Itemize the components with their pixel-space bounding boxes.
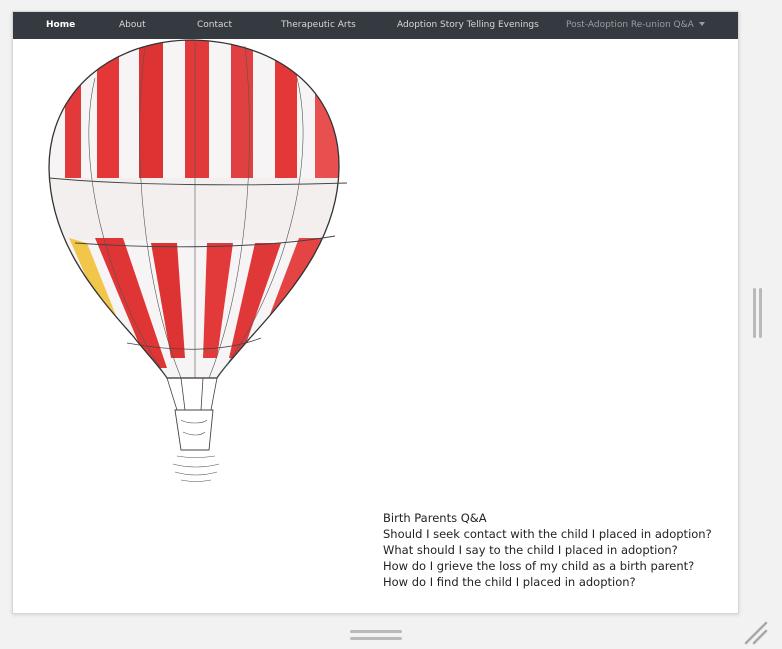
grip-bar: [350, 637, 402, 640]
nav-post-adoption-reunion-label: Post-Adoption Re-union Q&A: [566, 20, 694, 30]
nav-therapeutic-arts[interactable]: Therapeutic Arts: [281, 12, 356, 39]
nav-contact[interactable]: Contact: [197, 12, 232, 39]
qa-heading: Birth Parents Q&A: [383, 511, 487, 525]
caret-down-icon: [698, 22, 705, 26]
bottom-resize-handle[interactable]: [350, 628, 402, 642]
corner-resize-svg: [744, 621, 768, 645]
qa-question-link[interactable]: Should I seek contact with the child I p…: [383, 526, 728, 542]
grip-bar: [350, 630, 402, 633]
nav-post-adoption-reunion-dropdown[interactable]: Post-Adoption Re-union Q&A: [566, 12, 705, 39]
balloon-svg: [48, 39, 348, 482]
qa-question-link[interactable]: How do I grieve the loss of my child as …: [383, 558, 728, 574]
qa-question-link[interactable]: How do I find the child I placed in adop…: [383, 574, 728, 590]
grip-bar: [753, 288, 756, 338]
hot-air-balloon-illustration: [35, 38, 355, 488]
corner-resize-icon[interactable]: [744, 621, 768, 645]
nav-home[interactable]: Home: [46, 12, 75, 39]
browser-viewport: Home About Contact Therapeutic Arts Adop…: [12, 11, 739, 614]
qa-question-link[interactable]: What should I say to the child I placed …: [383, 542, 728, 558]
grip-bar: [759, 288, 762, 338]
nav-adoption-story-telling-evenings[interactable]: Adoption Story Telling Evenings: [397, 12, 539, 39]
birth-parents-qa: Birth Parents Q&A Should I seek contact …: [383, 510, 728, 590]
nav-about[interactable]: About: [119, 12, 146, 39]
top-navbar: Home About Contact Therapeutic Arts Adop…: [13, 12, 738, 39]
side-resize-handle[interactable]: [751, 288, 765, 338]
